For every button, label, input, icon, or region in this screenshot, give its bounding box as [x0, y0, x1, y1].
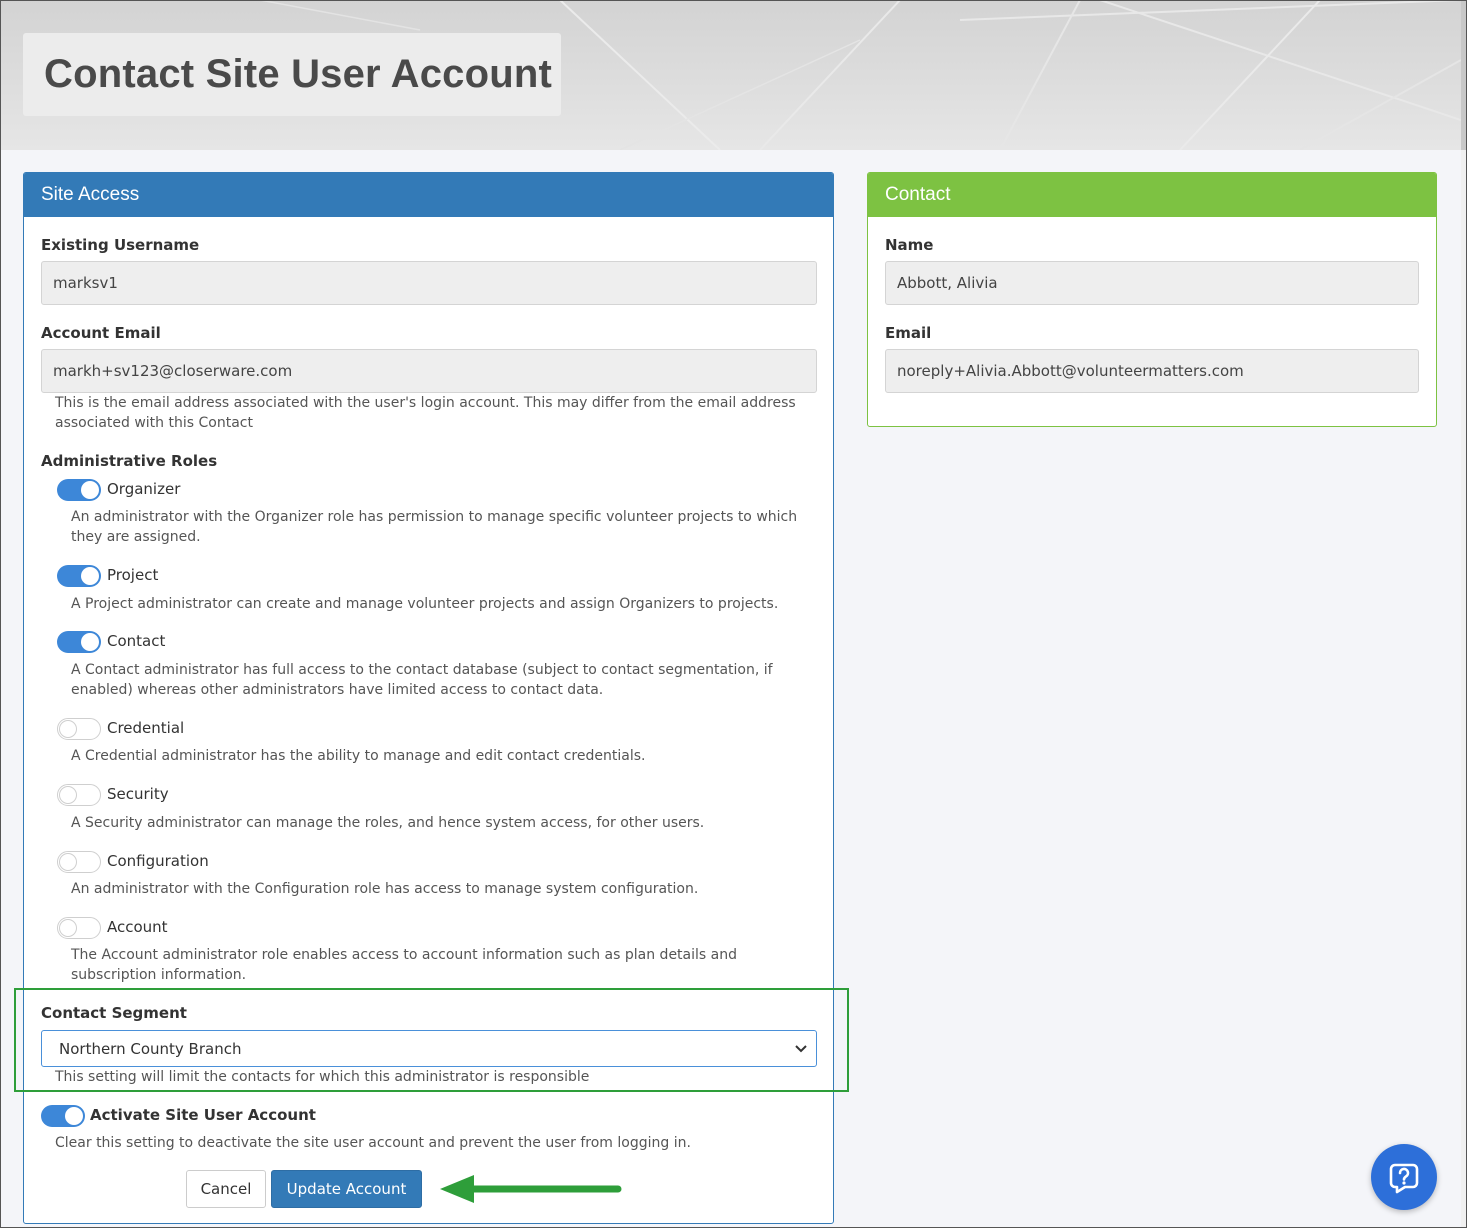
contact-role-description: A Contact administrator has full access … [71, 662, 773, 698]
credential-role-description: A Credential administrator has the abili… [71, 748, 646, 764]
page-title: Contact Site User Account [44, 52, 553, 96]
contact-name-field[interactable]: Abbott, Alivia [885, 261, 1419, 305]
security-role-label: Security [107, 785, 169, 803]
help-chat-button[interactable] [1371, 1144, 1437, 1210]
project-role-label: Project [107, 566, 159, 584]
credential-role-label: Credential [107, 719, 185, 737]
scrollbar-thumb[interactable] [1461, 0, 1467, 150]
contact-name-label: Name [885, 236, 934, 254]
organizer-role-description: An administrator with the Organizer role… [71, 509, 798, 545]
account-email-label: Account Email [41, 324, 161, 342]
cancel-button[interactable]: Cancel [186, 1170, 266, 1208]
contact-header: Contact [868, 173, 1436, 217]
contact-toggle[interactable] [57, 631, 101, 653]
contact-segment-value: Northern County Branch [59, 1039, 242, 1058]
contact-segment-select[interactable]: Northern County Branch [41, 1030, 817, 1067]
configuration-toggle[interactable] [57, 851, 101, 873]
account-role-label: Account [107, 918, 168, 936]
account-email-help: This is the email address associated wit… [55, 395, 796, 431]
configuration-role-description: An administrator with the Configuration … [71, 881, 699, 897]
account-role-description: The Account administrator role enables a… [71, 947, 737, 983]
existing-username-label: Existing Username [41, 236, 200, 254]
organizer-toggle[interactable] [57, 479, 101, 501]
contact-email-label: Email [885, 324, 932, 342]
administrative-roles-label: Administrative Roles [41, 452, 218, 470]
contact-segment-label: Contact Segment [41, 1004, 187, 1022]
help-chat-icon [1389, 1163, 1419, 1194]
scrollbar[interactable] [1461, 0, 1467, 1228]
account-toggle[interactable] [57, 917, 101, 939]
organizer-role-label: Organizer [107, 480, 181, 498]
page-title-box: Contact Site User Account [23, 33, 561, 116]
activate-account-label: Activate Site User Account [90, 1106, 316, 1124]
contact-segment-help: This setting will limit the contacts for… [55, 1069, 590, 1085]
existing-username-field[interactable]: marksv1 [41, 261, 817, 305]
arrow-pointer-icon [440, 1175, 622, 1203]
credential-toggle[interactable] [57, 718, 101, 740]
project-role-description: A Project administrator can create and m… [71, 596, 779, 612]
activate-account-help: Clear this setting to deactivate the sit… [55, 1135, 691, 1151]
site-access-header: Site Access [24, 173, 833, 217]
configuration-role-label: Configuration [107, 852, 209, 870]
activate-account-toggle[interactable] [41, 1105, 85, 1127]
contact-email-field[interactable]: noreply+Alivia.Abbott@volunteermatters.c… [885, 349, 1419, 393]
chevron-down-icon [795, 1045, 807, 1053]
security-toggle[interactable] [57, 784, 101, 806]
security-role-description: A Security administrator can manage the … [71, 815, 705, 831]
contact-role-label: Contact [107, 632, 166, 650]
project-toggle[interactable] [57, 565, 101, 587]
update-account-button[interactable]: Update Account [271, 1170, 422, 1208]
account-email-field[interactable]: markh+sv123@closerware.com [41, 349, 817, 393]
